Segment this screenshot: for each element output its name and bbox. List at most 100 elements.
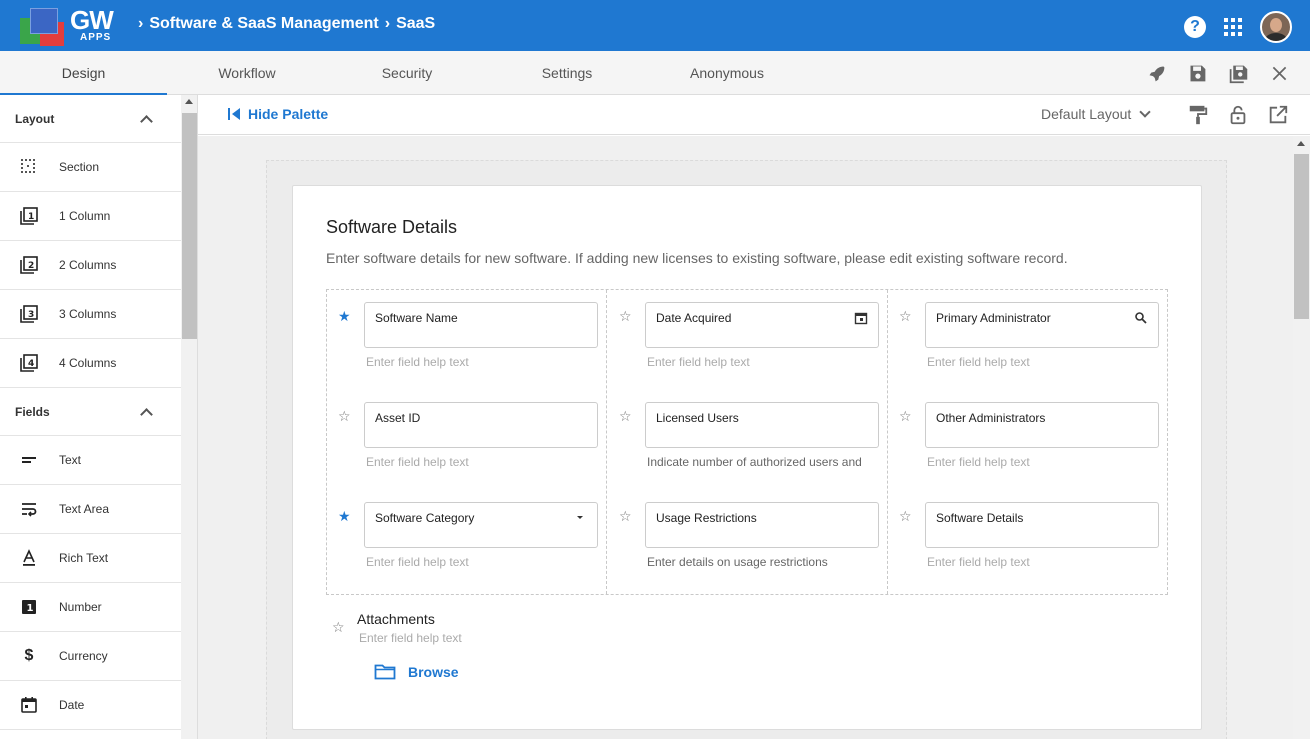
search-icon[interactable] [1134,311,1148,325]
chevron-down-icon [1139,106,1151,118]
palette-section-layout[interactable]: Layout [0,95,181,143]
designer-toolbar: Hide Palette Default Layout [198,95,1310,135]
star-outline-icon[interactable]: ☆ [619,408,632,425]
date-acquired-input[interactable]: Date Acquired [645,302,879,348]
palette-sidebar: Layout Section 1 1 Column 2 2 Columns 3 … [0,95,198,739]
number-icon: 1 [22,600,36,614]
field-help-text: Enter field help text [927,555,1030,569]
save-icon[interactable] [1187,63,1208,84]
field-usage-restrictions[interactable]: ☆ Usage Restrictions Enter details on us… [619,502,889,582]
usage-restrictions-input[interactable]: Usage Restrictions [645,502,879,548]
field-help-text: Enter field help text [927,355,1030,369]
folder-icon [374,664,396,680]
star-outline-icon[interactable]: ☆ [899,508,912,525]
section-title[interactable]: Software Details [326,217,457,238]
save-as-icon[interactable] [1228,63,1249,84]
tab-settings[interactable]: Settings [487,51,647,95]
form-section-card[interactable]: Software Details Enter software details … [292,185,1202,730]
help-icon[interactable]: ? [1184,16,1206,38]
star-outline-icon[interactable]: ☆ [332,619,345,636]
paint-roller-icon[interactable] [1187,104,1209,126]
close-icon[interactable] [1269,63,1290,84]
palette-item-2-columns[interactable]: 2 2 Columns [0,241,181,290]
two-columns-icon: 2 [20,256,38,274]
palette-section-fields[interactable]: Fields [0,388,181,436]
palette-item-currency[interactable]: $ Currency [0,632,181,681]
field-software-category[interactable]: ★ Software Category Enter field help tex… [338,502,608,582]
star-outline-icon[interactable]: ☆ [619,308,632,325]
open-in-new-icon[interactable] [1267,104,1289,126]
required-star-icon[interactable]: ★ [338,508,351,525]
field-licensed-users[interactable]: ☆ Licensed Users Indicate number of auth… [619,402,889,482]
top-bar: GW APPS › Software & SaaS Management › S… [0,0,1310,51]
other-administrators-input[interactable]: Other Administrators [925,402,1159,448]
text-field-icon [22,457,36,463]
breadcrumb: › Software & SaaS Management › SaaS [138,15,435,33]
field-help-text: Indicate number of authorized users and [647,455,862,469]
tab-design[interactable]: Design [0,51,167,95]
field-date-acquired[interactable]: ☆ Date Acquired Enter field help text [619,302,889,382]
layout-select[interactable]: Default Layout [1041,106,1151,122]
field-asset-id[interactable]: ☆ Asset ID Enter field help text [338,402,608,482]
star-outline-icon[interactable]: ☆ [619,508,632,525]
palette-item-date[interactable]: Date [0,681,181,730]
collapse-left-icon [228,108,240,120]
palette-item-section[interactable]: Section [0,143,181,192]
field-help-text: Enter details on usage restrictions [647,555,828,569]
svg-text:2: 2 [28,261,34,271]
canvas-scrollbar[interactable] [1293,136,1310,739]
star-outline-icon[interactable]: ☆ [338,408,351,425]
rocket-icon[interactable] [1146,63,1167,84]
palette-item-rich-text[interactable]: Rich Text [0,534,181,583]
star-outline-icon[interactable]: ☆ [899,308,912,325]
breadcrumb-item-app[interactable]: Software & SaaS Management [149,15,378,33]
dropdown-arrow-icon[interactable] [573,511,587,525]
palette-scrollbar[interactable] [181,95,197,739]
field-software-details[interactable]: ☆ Software Details Enter field help text [899,502,1169,582]
software-name-input[interactable]: Software Name [364,302,598,348]
svg-text:1: 1 [27,603,34,614]
primary-administrator-input[interactable]: Primary Administrator [925,302,1159,348]
three-columns-icon: 3 [20,305,38,323]
svg-text:3: 3 [28,310,34,320]
palette-item-text-area[interactable]: Text Area [0,485,181,534]
field-other-administrators[interactable]: ☆ Other Administrators Enter field help … [899,402,1169,482]
required-star-icon[interactable]: ★ [338,308,351,325]
calendar-icon[interactable] [854,311,868,325]
software-category-select[interactable]: Software Category [364,502,598,548]
lock-open-icon[interactable] [1227,104,1249,126]
palette-item-4-columns[interactable]: 4 4 Columns [0,339,181,388]
section-icon [21,159,35,173]
software-details-input[interactable]: Software Details [925,502,1159,548]
design-canvas: Software Details Enter software details … [198,136,1293,739]
svg-text:4: 4 [28,359,34,369]
field-help-text: Enter field help text [359,631,462,645]
one-column-icon: 1 [20,207,38,225]
chevron-right-icon: › [384,15,391,32]
tab-security[interactable]: Security [327,51,487,95]
breadcrumb-item-form[interactable]: SaaS [396,15,435,33]
avatar[interactable] [1260,11,1292,43]
tab-bar: Design Workflow Security Settings Anonym… [0,51,1310,95]
gw-apps-logo[interactable]: GW APPS [20,5,120,46]
palette-item-3-columns[interactable]: 3 3 Columns [0,290,181,339]
palette-item-1-column[interactable]: 1 1 Column [0,192,181,241]
field-help-text: Enter field help text [366,555,469,569]
tab-workflow[interactable]: Workflow [167,51,327,95]
browse-button[interactable]: Browse [374,663,459,681]
licensed-users-input[interactable]: Licensed Users [645,402,879,448]
palette-item-text[interactable]: Text [0,436,181,485]
tab-anonymous[interactable]: Anonymous [647,51,807,95]
field-software-name[interactable]: ★ Software Name Enter field help text [338,302,608,382]
field-help-text: Enter field help text [647,355,750,369]
hide-palette-button[interactable]: Hide Palette [228,106,328,122]
apps-grid-icon[interactable] [1224,18,1242,36]
asset-id-input[interactable]: Asset ID [364,402,598,448]
field-primary-administrator[interactable]: ☆ Primary Administrator Enter field help… [899,302,1169,382]
chevron-up-icon[interactable] [140,407,153,421]
star-outline-icon[interactable]: ☆ [899,408,912,425]
field-help-text: Enter field help text [927,455,1030,469]
palette-item-number[interactable]: 1 Number [0,583,181,632]
calendar-icon [21,697,37,713]
chevron-up-icon[interactable] [140,114,153,128]
